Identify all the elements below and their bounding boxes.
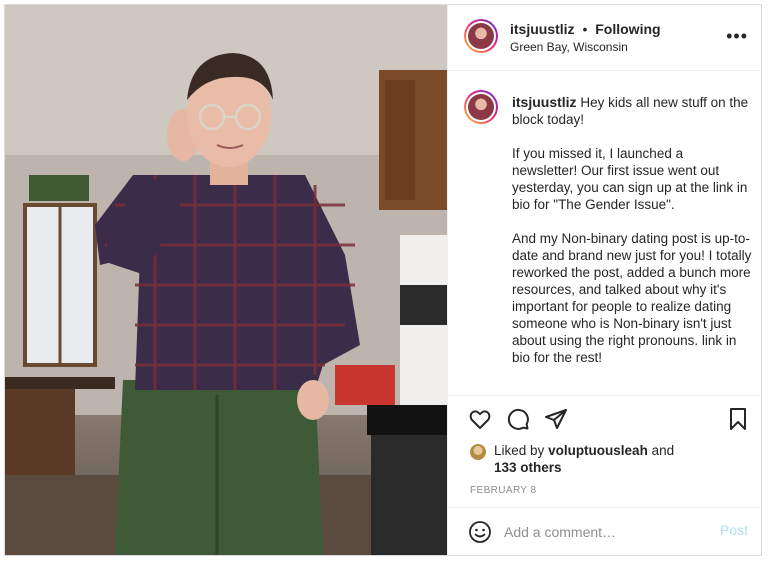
separator-dot: • [582,21,588,37]
caption-text: itsjuustliz Hey kids all new stuff on th… [512,94,752,366]
post-header: itsjuustliz • Following Green Bay, Wisco… [448,5,761,71]
heart-icon[interactable] [468,407,492,431]
action-bar [448,397,761,437]
caption-section: itsjuustliz Hey kids all new stuff on th… [448,72,761,396]
comment-input[interactable] [504,520,704,544]
liker-username[interactable]: voluptuousleah [548,443,648,458]
comment-icon[interactable] [506,407,530,431]
share-icon[interactable] [544,407,568,431]
caption-avatar[interactable] [464,90,498,124]
bookmark-icon[interactable] [726,407,750,431]
post-date: FEBRUARY 8 [470,485,537,496]
likes-conjunction: and [651,443,675,458]
likes-line: Liked by voluptuousleah and [494,442,674,459]
post-comment-button[interactable]: Post [720,522,748,538]
post-panel: itsjuustliz • Following Green Bay, Wisco… [447,5,761,555]
header-user-line: itsjuustliz • Following [510,21,661,37]
comment-bar: Post [448,507,761,555]
caption-username[interactable]: itsjuustliz [512,94,577,110]
more-horizontal-icon[interactable]: ••• [726,27,748,45]
photo-illustration [5,5,447,555]
following-button[interactable]: Following [595,21,660,37]
header-username[interactable]: itsjuustliz [510,21,575,37]
avatar[interactable] [464,19,498,53]
location-link[interactable]: Green Bay, Wisconsin [510,40,628,54]
others-likes-link[interactable]: 133 others [494,459,562,476]
post-photo[interactable] [5,5,447,555]
emoji-icon[interactable] [468,520,492,544]
liker-avatar[interactable] [470,444,486,460]
likes-prefix: Liked by [494,443,545,458]
post-modal: itsjuustliz • Following Green Bay, Wisco… [4,4,762,556]
caption-body: Hey kids all new stuff on the block toda… [512,95,752,365]
